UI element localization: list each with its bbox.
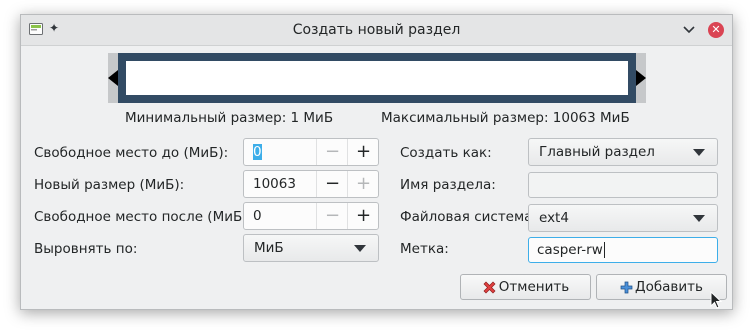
filesystem-combo[interactable]: ext4 bbox=[528, 204, 718, 232]
cancel-label: Отменить bbox=[498, 279, 570, 295]
free-after-label: Свободное место после (МиБ): bbox=[34, 209, 253, 225]
title-bar: ✦ Создать новый раздел ✕ bbox=[21, 15, 732, 46]
free-before-spin[interactable]: 0 − + bbox=[243, 138, 379, 166]
mouse-pointer-icon bbox=[710, 291, 722, 309]
text-caret bbox=[603, 242, 605, 258]
create-as-label: Создать как: bbox=[400, 145, 492, 161]
resize-handle-right[interactable] bbox=[636, 70, 646, 86]
new-size-plus-button[interactable]: + bbox=[347, 171, 379, 197]
volume-label-input[interactable]: casper-rw bbox=[528, 237, 718, 263]
align-value: МиБ bbox=[254, 240, 284, 256]
free-before-plus-button[interactable]: + bbox=[347, 139, 379, 165]
dropdown-arrow-icon bbox=[693, 149, 705, 156]
add-icon bbox=[620, 281, 633, 293]
window-title: Создать новый раздел bbox=[292, 22, 461, 38]
dropdown-arrow-icon bbox=[354, 245, 366, 252]
close-button[interactable]: ✕ bbox=[708, 22, 724, 38]
min-size-label: Минимальный размер: 1 МиБ bbox=[125, 110, 334, 126]
free-after-plus-button[interactable]: + bbox=[347, 203, 379, 229]
new-size-value[interactable]: 10063 bbox=[253, 176, 296, 192]
free-after-value[interactable]: 0 bbox=[253, 208, 262, 224]
add-button[interactable]: Добавить bbox=[596, 274, 727, 300]
free-before-value[interactable]: 0 bbox=[253, 144, 262, 160]
free-before-minus-button[interactable]: − bbox=[316, 139, 348, 165]
partition-bar-fill bbox=[126, 61, 628, 95]
dropdown-arrow-icon bbox=[693, 215, 705, 222]
volume-label-value: casper-rw bbox=[537, 242, 605, 258]
align-combo[interactable]: МиБ bbox=[243, 234, 379, 262]
filesystem-label: Файловая система: bbox=[400, 209, 537, 225]
partition-bar[interactable] bbox=[118, 53, 636, 103]
filesystem-value: ext4 bbox=[539, 210, 569, 226]
free-after-spin[interactable]: 0 − + bbox=[243, 202, 379, 230]
create-as-value: Главный раздел bbox=[539, 144, 655, 160]
create-as-combo[interactable]: Главный раздел bbox=[528, 138, 718, 166]
cancel-icon bbox=[483, 281, 496, 293]
new-size-label: Новый размер (МиБ): bbox=[34, 177, 185, 193]
new-size-minus-button[interactable]: − bbox=[316, 171, 348, 197]
resize-handle-left[interactable] bbox=[108, 70, 118, 86]
volume-label-label: Метка: bbox=[400, 241, 449, 257]
new-size-spin[interactable]: 10063 − + bbox=[243, 170, 379, 198]
add-label: Добавить bbox=[635, 279, 703, 295]
partition-name-label: Имя раздела: bbox=[400, 177, 496, 193]
free-after-minus-button[interactable]: − bbox=[316, 203, 348, 229]
free-before-label: Свободное место до (МиБ): bbox=[34, 145, 229, 161]
chevron-down-icon[interactable] bbox=[682, 22, 696, 36]
partition-resizer[interactable] bbox=[108, 53, 646, 103]
cancel-button[interactable]: Отменить bbox=[460, 274, 591, 300]
partition-name-input[interactable] bbox=[528, 172, 718, 198]
max-size-label: Максимальный размер: 10063 МиБ bbox=[381, 110, 630, 126]
create-partition-dialog: ✦ Создать новый раздел ✕ Минимальный раз… bbox=[20, 14, 733, 310]
align-label: Выровнять по: bbox=[34, 241, 138, 257]
